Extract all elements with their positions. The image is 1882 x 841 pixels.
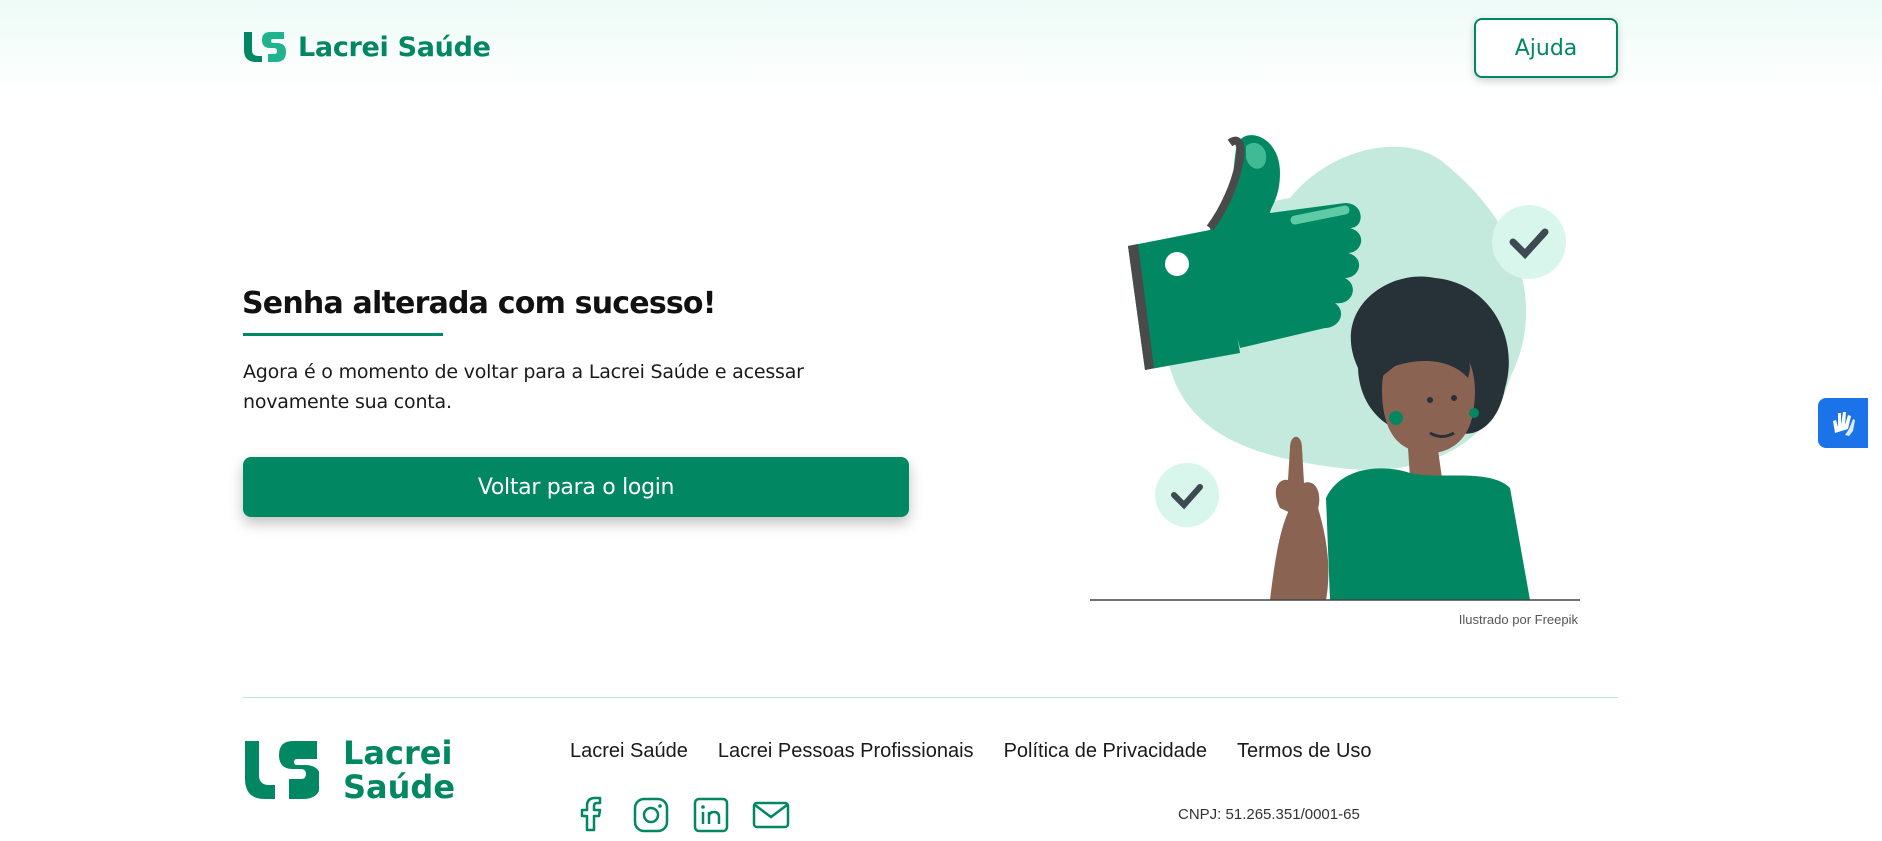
lacrei-logo-mark-icon [244,32,286,62]
brand-name: Lacrei Saúde [298,31,491,63]
social-links [572,796,790,834]
footer-link-termos[interactable]: Termos de Uso [1237,740,1372,763]
page-header: Lacrei Saúde Ajuda [0,0,1882,96]
success-illustration [1090,135,1580,601]
success-description: Agora é o momento de voltar para a Lacre… [243,361,804,413]
check-circle-icon [1155,463,1219,527]
footer-brand-name: Lacrei Saúde [343,736,455,804]
brand-logo[interactable]: Lacrei Saúde [242,30,491,64]
footer-link-pessoas-profissionais[interactable]: Lacrei Pessoas Profissionais [718,740,974,763]
instagram-icon[interactable] [632,796,670,834]
footer-brand-logo[interactable]: Lacrei Saúde [243,736,455,804]
title-underline [243,333,443,336]
accessibility-widget-button[interactable] [1818,398,1868,448]
sign-language-hands-icon [1833,412,1855,436]
illustration-credit[interactable]: Ilustrado por Freepik [1430,612,1578,627]
footer-brand-line2: Saúde [343,768,456,806]
lacrei-logo-mark-icon [245,741,319,799]
page-title: Senha alterada com sucesso! [242,286,716,321]
footer-link-privacidade[interactable]: Política de Privacidade [1004,740,1207,763]
email-icon[interactable] [752,796,790,834]
footer-nav: Lacrei Saúde Lacrei Pessoas Profissionai… [570,740,1372,763]
facebook-icon[interactable] [572,796,610,834]
check-circle-icon [1492,205,1566,279]
help-button[interactable]: Ajuda [1474,18,1618,78]
footer-link-lacrei-saude[interactable]: Lacrei Saúde [570,740,688,763]
company-cnpj: CNPJ: 51.265.351/0001-65 [1178,806,1360,823]
footer-brand-line1: Lacrei [343,734,453,772]
footer-divider [243,697,1618,698]
back-to-login-button[interactable]: Voltar para o login [243,457,909,517]
linkedin-icon[interactable] [692,796,730,834]
